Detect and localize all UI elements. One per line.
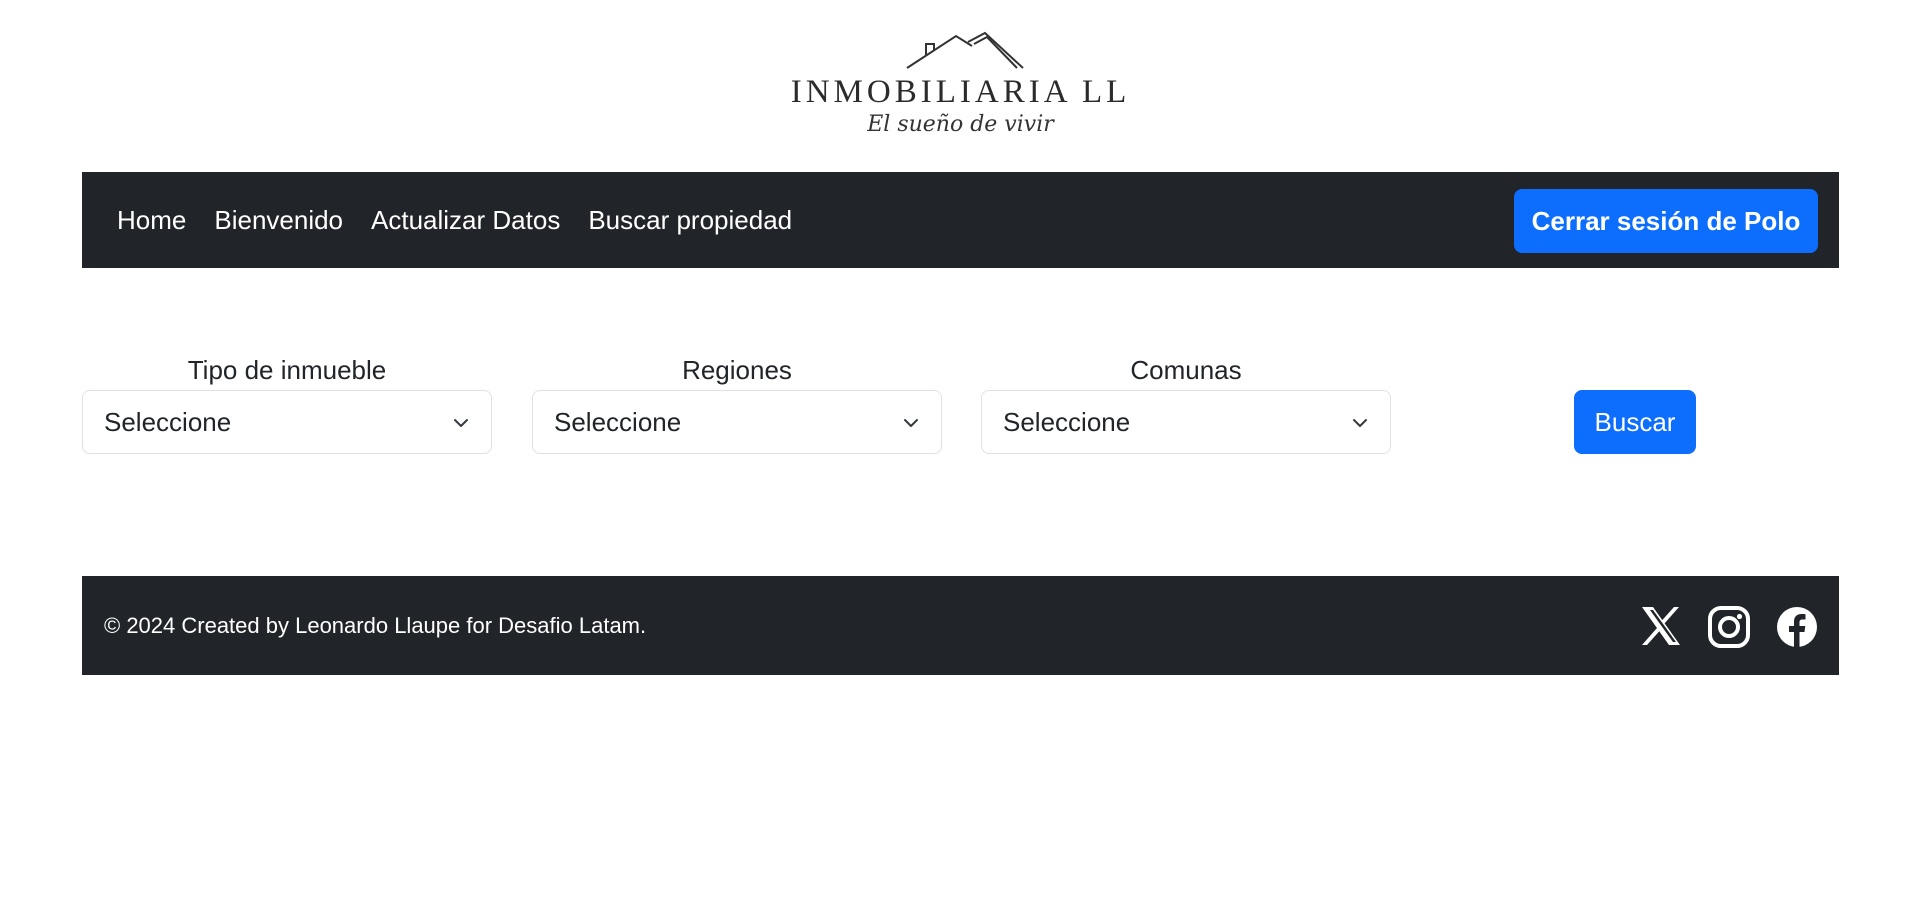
search-form: Tipo de inmueble Seleccione Regiones Sel…: [82, 350, 1839, 460]
commune-label: Comunas: [1130, 355, 1242, 385]
region-field: Regiones Seleccione: [532, 350, 942, 454]
logout-button[interactable]: Cerrar sesión de Polo: [1514, 189, 1818, 253]
nav-link-actualizar-datos[interactable]: Actualizar Datos: [371, 205, 560, 236]
property-type-value: Seleccione: [104, 406, 232, 437]
footer-copyright: © 2024 Created by Leonardo Llaupe for De…: [104, 613, 647, 638]
region-select[interactable]: Seleccione: [532, 390, 942, 454]
nav-link-home[interactable]: Home: [117, 205, 186, 236]
logo-name: INMOBILIARIA LL: [790, 74, 1131, 110]
navbar: Home Bienvenido Actualizar Datos Buscar …: [82, 172, 1839, 268]
commune-field: Comunas Seleccione: [981, 350, 1391, 454]
commune-value: Seleccione: [1003, 406, 1131, 437]
x-icon[interactable]: [1640, 606, 1682, 646]
region-value: Seleccione: [554, 406, 682, 437]
commune-select[interactable]: Seleccione: [981, 390, 1391, 454]
facebook-icon[interactable]: [1776, 606, 1818, 648]
nav-links: Home Bienvenido Actualizar Datos Buscar …: [117, 172, 820, 268]
footer: © 2024 Created by Leonardo Llaupe for De…: [82, 576, 1839, 675]
property-type-label: Tipo de inmueble: [187, 355, 387, 385]
search-button[interactable]: Buscar: [1574, 390, 1696, 454]
site-logo: INMOBILIARIA LL El sueño de vivir: [0, 0, 1921, 172]
nav-link-bienvenido[interactable]: Bienvenido: [214, 205, 343, 236]
nav-link-buscar-propiedad[interactable]: Buscar propiedad: [588, 205, 792, 236]
house-roof-icon: [906, 31, 1024, 69]
chevron-down-icon: [1353, 419, 1367, 427]
instagram-icon[interactable]: [1708, 606, 1750, 648]
property-type-select[interactable]: Seleccione: [82, 390, 492, 454]
chevron-down-icon: [454, 419, 468, 427]
chevron-down-icon: [904, 419, 918, 427]
logo-tagline: El sueño de vivir: [867, 112, 1054, 137]
property-type-field: Tipo de inmueble Seleccione: [82, 350, 492, 454]
region-label: Regiones: [682, 355, 792, 385]
